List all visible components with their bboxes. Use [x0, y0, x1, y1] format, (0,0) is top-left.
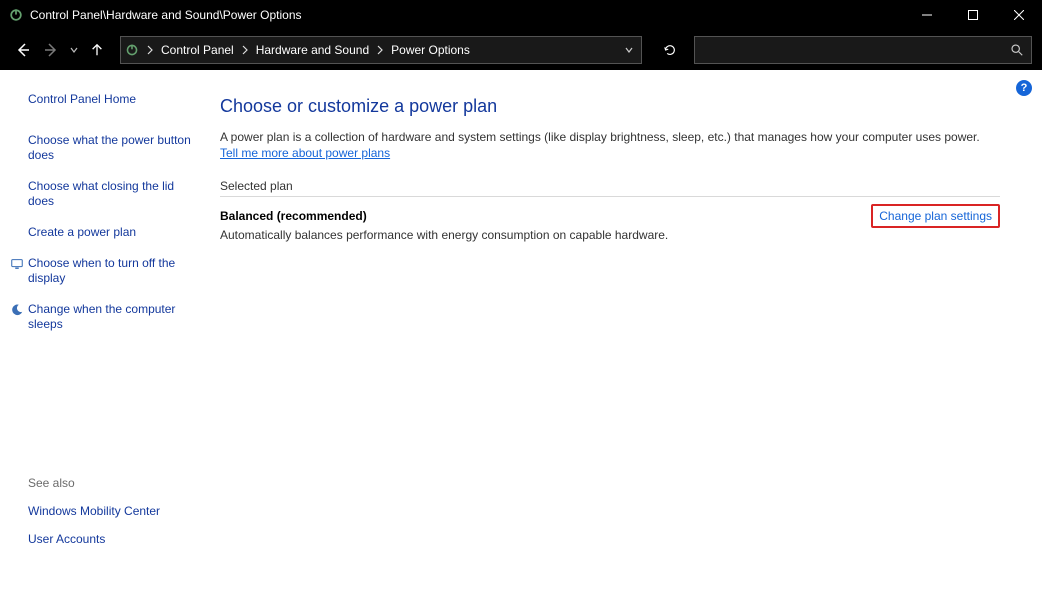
- refresh-button[interactable]: [656, 36, 684, 64]
- search-box[interactable]: [694, 36, 1032, 64]
- plan-title: Balanced (recommended): [220, 209, 668, 223]
- plan-link-wrap: Change plan settings: [871, 209, 1000, 223]
- sidebar-link-create-plan[interactable]: Create a power plan: [28, 225, 198, 240]
- search-icon[interactable]: [1003, 43, 1031, 57]
- breadcrumb-seg-2[interactable]: Power Options: [387, 43, 474, 57]
- forward-button[interactable]: [40, 39, 62, 61]
- history-dropdown[interactable]: [68, 46, 80, 54]
- sidebar-home-link[interactable]: Control Panel Home: [28, 92, 198, 107]
- up-button[interactable]: [86, 39, 108, 61]
- learn-more-link[interactable]: Tell me more about power plans: [220, 146, 390, 160]
- search-input[interactable]: [695, 43, 1003, 57]
- sidebar-link-display-off[interactable]: Choose when to turn off the display: [28, 256, 198, 286]
- moon-icon: [10, 303, 24, 317]
- sidebar-item-label: Change when the computer sleeps: [28, 302, 175, 331]
- chevron-right-icon[interactable]: [373, 45, 387, 55]
- navbar: Control Panel Hardware and Sound Power O…: [0, 30, 1042, 70]
- address-dropdown[interactable]: [617, 46, 641, 54]
- maximize-button[interactable]: [950, 0, 996, 30]
- chevron-right-icon[interactable]: [238, 45, 252, 55]
- section-label: Selected plan: [220, 179, 1000, 197]
- minimize-button[interactable]: [904, 0, 950, 30]
- sidebar-link-lid[interactable]: Choose what closing the lid does: [28, 179, 198, 209]
- see-also-label: See also: [28, 476, 198, 490]
- address-bar[interactable]: Control Panel Hardware and Sound Power O…: [120, 36, 642, 64]
- page-description-text: A power plan is a collection of hardware…: [220, 130, 980, 144]
- back-button[interactable]: [12, 39, 34, 61]
- sidebar-link-sleep[interactable]: Change when the computer sleeps: [28, 302, 198, 332]
- plan-description: Automatically balances performance with …: [220, 228, 668, 242]
- close-button[interactable]: [996, 0, 1042, 30]
- plan-info: Balanced (recommended) Automatically bal…: [220, 209, 668, 242]
- breadcrumb-seg-0[interactable]: Control Panel: [157, 43, 238, 57]
- titlebar: Control Panel\Hardware and Sound\Power O…: [0, 0, 1042, 30]
- see-also-mobility[interactable]: Windows Mobility Center: [28, 504, 198, 518]
- window-controls: [904, 0, 1042, 30]
- main-panel: Choose or customize a power plan A power…: [210, 70, 1042, 592]
- window-title: Control Panel\Hardware and Sound\Power O…: [30, 8, 904, 22]
- power-icon: [8, 7, 24, 23]
- power-location-icon: [121, 43, 143, 57]
- sidebar-item-label: Choose when to turn off the display: [28, 256, 175, 285]
- chevron-right-icon[interactable]: [143, 45, 157, 55]
- content-area: ? Control Panel Home Choose what the pow…: [0, 70, 1042, 592]
- page-description: A power plan is a collection of hardware…: [220, 129, 1000, 161]
- display-icon: [10, 257, 24, 271]
- page-heading: Choose or customize a power plan: [220, 96, 1030, 117]
- sidebar: Control Panel Home Choose what the power…: [0, 70, 210, 592]
- sidebar-link-power-button[interactable]: Choose what the power button does: [28, 133, 198, 163]
- breadcrumb-seg-1[interactable]: Hardware and Sound: [252, 43, 373, 57]
- see-also-block: See also Windows Mobility Center User Ac…: [28, 476, 198, 580]
- change-plan-settings-link[interactable]: Change plan settings: [871, 204, 1000, 228]
- see-also-user-accounts[interactable]: User Accounts: [28, 532, 198, 546]
- plan-row: Balanced (recommended) Automatically bal…: [220, 209, 1000, 242]
